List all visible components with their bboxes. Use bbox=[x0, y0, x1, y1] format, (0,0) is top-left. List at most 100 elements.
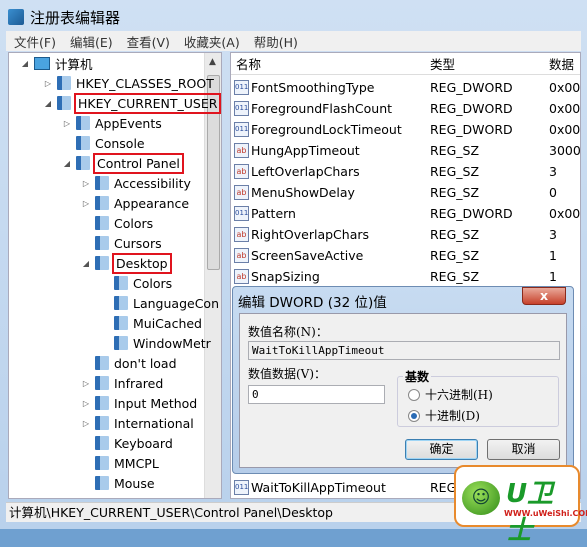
registry-tree[interactable]: ▲ ◢ 计算机 ▷ HKEY_CLASSES_ROOT ◢ HKEY_CURRENT_US… bbox=[8, 52, 222, 499]
value-name: ForegroundLockTimeout bbox=[251, 122, 402, 137]
value-name: RightOverlapChars bbox=[251, 227, 370, 242]
value-name: ForegroundFlashCount bbox=[251, 101, 393, 116]
ok-button[interactable]: 确定 bbox=[405, 439, 478, 460]
value-name: HungAppTimeout bbox=[251, 143, 360, 158]
dword-value-icon: 011 bbox=[234, 206, 249, 221]
tree-item-label: MMCPL bbox=[114, 455, 159, 471]
tree-item[interactable]: Console bbox=[61, 133, 145, 153]
value-type: REG_DWORD bbox=[430, 101, 513, 116]
value-name-label: 数值名称(N)： bbox=[248, 325, 328, 339]
list-row[interactable]: 011 ForegroundLockTimeout REG_DWORD 0x00 bbox=[231, 119, 580, 140]
collapse-arrow-icon[interactable]: ◢ bbox=[80, 259, 92, 268]
cancel-button[interactable]: 取消 bbox=[487, 439, 560, 460]
expand-arrow-icon[interactable]: ▷ bbox=[42, 79, 54, 88]
collapse-arrow-icon[interactable]: ◢ bbox=[19, 59, 31, 68]
tree-item[interactable]: WindowMetr bbox=[99, 333, 211, 353]
tree-item[interactable]: Cursors bbox=[80, 233, 162, 253]
tree-item-label: HKEY_CURRENT_USER bbox=[73, 92, 221, 114]
tree-item[interactable]: ▷ AppEvents bbox=[61, 113, 162, 133]
collapse-arrow-icon[interactable]: ◢ bbox=[61, 159, 73, 168]
value-name-field: WaitToKillAppTimeout bbox=[248, 341, 560, 360]
tree-item[interactable]: Keyboard bbox=[80, 433, 173, 453]
value-type: REG_DWORD bbox=[430, 206, 513, 221]
tree-item[interactable]: LanguageCon bbox=[99, 293, 219, 313]
expand-arrow-icon[interactable]: ▷ bbox=[80, 379, 92, 388]
expand-arrow-icon[interactable]: ▷ bbox=[80, 179, 92, 188]
expand-arrow-icon[interactable]: ▷ bbox=[80, 419, 92, 428]
value-data: 0x00 bbox=[549, 122, 581, 137]
collapse-arrow-icon[interactable]: ◢ bbox=[42, 99, 54, 108]
string-value-icon: ab bbox=[234, 269, 249, 284]
tree-item-label: Colors bbox=[114, 215, 154, 231]
dword-value-icon: 011 bbox=[234, 480, 249, 495]
string-value-icon: ab bbox=[234, 143, 249, 158]
column-data[interactable]: 数据 bbox=[549, 54, 574, 73]
radio-hex-button[interactable] bbox=[408, 388, 420, 401]
folder-icon bbox=[76, 156, 90, 170]
tree-item[interactable]: MuiCached bbox=[99, 313, 202, 333]
tree-item[interactable]: Mouse bbox=[80, 473, 155, 493]
dword-value-icon: 011 bbox=[234, 101, 249, 116]
value-data-input[interactable]: 0 bbox=[248, 385, 385, 404]
scroll-up-icon[interactable]: ▲ bbox=[209, 57, 216, 67]
folder-icon bbox=[95, 236, 109, 250]
dialog-close-button[interactable]: x bbox=[522, 287, 566, 305]
uweishi-watermark-logo: ☺ U卫士 WWW.uWeiShi.COM bbox=[454, 465, 587, 546]
value-name: ScreenSaveActive bbox=[251, 248, 364, 263]
tree-item[interactable]: ◢ Desktop bbox=[80, 252, 172, 274]
menu-view[interactable]: 查看(V) bbox=[127, 32, 170, 51]
value-type: REG_DWORD bbox=[430, 122, 513, 137]
tree-item[interactable]: ▷ International bbox=[80, 413, 194, 433]
tree-item-label: don't load bbox=[114, 355, 177, 371]
tree-item[interactable]: ▷ Appearance bbox=[80, 193, 189, 213]
tree-item[interactable]: ◢ HKEY_CURRENT_USER bbox=[42, 92, 221, 114]
menu-file[interactable]: 文件(F) bbox=[14, 32, 56, 51]
folder-icon bbox=[95, 196, 109, 210]
menu-edit[interactable]: 编辑(E) bbox=[70, 32, 113, 51]
computer-icon bbox=[34, 56, 50, 70]
tree-item[interactable]: Colors bbox=[99, 273, 172, 293]
value-data: 0x00 bbox=[549, 80, 581, 95]
list-row[interactable]: ab SnapSizing REG_SZ 1 bbox=[231, 266, 580, 287]
tree-item[interactable]: ◢ Control Panel bbox=[61, 152, 184, 174]
list-row[interactable]: ab HungAppTimeout REG_SZ 3000 bbox=[231, 140, 580, 161]
tree-item[interactable]: ▷ HKEY_CLASSES_ROOT bbox=[42, 73, 214, 93]
column-type[interactable]: 类型 bbox=[430, 54, 455, 73]
radio-decimal-button[interactable] bbox=[408, 409, 420, 422]
folder-icon bbox=[95, 256, 109, 270]
tree-item[interactable]: don't load bbox=[80, 353, 177, 373]
tree-item[interactable]: ▷ Accessibility bbox=[80, 173, 191, 193]
list-row[interactable]: 011 FontSmoothingType REG_DWORD 0x00 bbox=[231, 77, 580, 98]
menu-help[interactable]: 帮助(H) bbox=[254, 32, 298, 51]
value-name: MenuShowDelay bbox=[251, 185, 355, 200]
folder-icon bbox=[76, 116, 90, 130]
column-name[interactable]: 名称 bbox=[236, 54, 261, 73]
edit-dword-dialog: 编辑 DWORD (32 位)值 x 数值名称(N)： WaitToKillAp… bbox=[232, 286, 574, 474]
expand-arrow-icon[interactable]: ▷ bbox=[80, 199, 92, 208]
list-row[interactable]: 011 ForegroundFlashCount REG_DWORD 0x00 bbox=[231, 98, 580, 119]
tree-item[interactable]: ▷ Input Method bbox=[80, 393, 197, 413]
tree-scrollbar[interactable]: ▲ bbox=[204, 53, 221, 498]
tree-item-label: Input Method bbox=[114, 395, 198, 411]
value-data-label: 数值数据(V)： bbox=[248, 367, 327, 381]
list-row[interactable]: ab ScreenSaveActive REG_SZ 1 bbox=[231, 245, 580, 266]
base-group-label: 基数 bbox=[403, 368, 432, 385]
list-row[interactable]: 011 Pattern REG_DWORD 0x00 bbox=[231, 203, 580, 224]
tree-item[interactable]: Colors bbox=[80, 213, 153, 233]
list-row[interactable]: ab RightOverlapChars REG_SZ 3 bbox=[231, 224, 580, 245]
tree-item[interactable]: ▷ Infrared bbox=[80, 373, 163, 393]
expand-arrow-icon[interactable]: ▷ bbox=[61, 119, 73, 128]
list-row[interactable]: ab MenuShowDelay REG_SZ 0 bbox=[231, 182, 580, 203]
list-row[interactable]: ab LeftOverlapChars REG_SZ 3 bbox=[231, 161, 580, 182]
folder-icon bbox=[95, 456, 109, 470]
tree-item-label: LanguageCon bbox=[133, 295, 219, 311]
tree-item[interactable]: MMCPL bbox=[80, 453, 159, 473]
menu-favorites[interactable]: 收藏夹(A) bbox=[184, 32, 240, 51]
value-type: REG_SZ bbox=[430, 143, 480, 158]
expand-arrow-icon[interactable]: ▷ bbox=[80, 399, 92, 408]
string-value-icon: ab bbox=[234, 185, 249, 200]
tree-item[interactable]: ◢ 计算机 bbox=[19, 53, 93, 73]
radio-hex[interactable]: 十六进制(H) bbox=[408, 386, 493, 403]
value-data: 0 bbox=[549, 185, 557, 200]
radio-decimal[interactable]: 十进制(D) bbox=[408, 407, 480, 424]
